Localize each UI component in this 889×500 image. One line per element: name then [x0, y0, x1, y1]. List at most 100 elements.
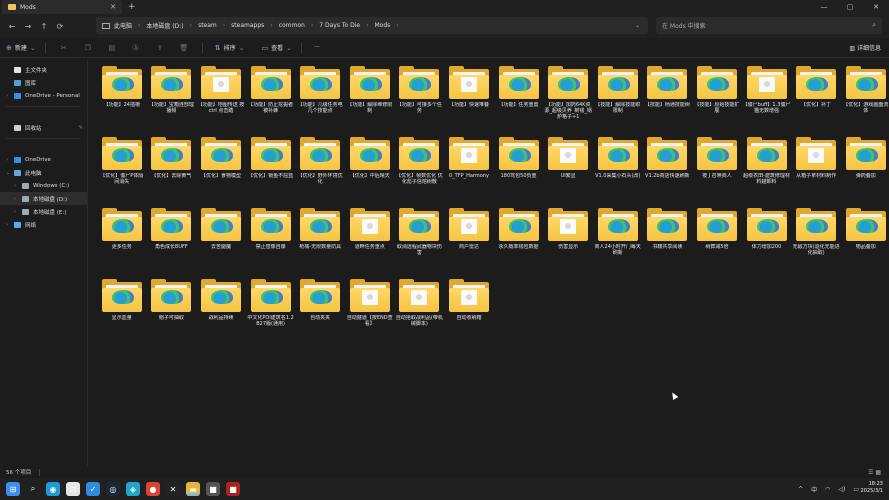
- folder-item[interactable]: 0_TFP_Harmony: [444, 137, 494, 209]
- folder-item[interactable]: 取消远程武器物块伤害: [395, 208, 445, 280]
- expand-chevron-icon[interactable]: ⌄: [6, 170, 14, 176]
- share-icon[interactable]: ⇪: [148, 44, 172, 52]
- folder-item[interactable]: 无敌方块(退化无能进化抽取): [791, 208, 841, 280]
- folder-item[interactable]: 180驾包50负重: [494, 137, 544, 209]
- breadcrumb-item[interactable]: common: [279, 22, 305, 29]
- taskbar-store-icon[interactable]: ⊙: [66, 482, 80, 496]
- folder-item[interactable]: 中文化POI建筑名1.2B27版(通用): [246, 279, 296, 351]
- folder-item[interactable]: 【优化】僵尸P体隔间消失: [97, 137, 147, 209]
- chevron-right-icon[interactable]: ›: [138, 22, 140, 29]
- folder-item[interactable]: 书籍共享阅读: [643, 208, 693, 280]
- folder-item[interactable]: 【优化】中后晴天: [345, 137, 395, 209]
- chevron-right-icon[interactable]: ›: [223, 22, 225, 29]
- folder-item[interactable]: 【功能】地图传送 按ctrl 点击踏: [196, 66, 246, 138]
- chevron-right-icon[interactable]: ›: [311, 22, 313, 29]
- folder-item[interactable]: 【功能】可接多个任务: [395, 66, 445, 138]
- folder-item[interactable]: 【优化】游戏画面流体: [841, 66, 889, 138]
- folder-item[interactable]: 帽子可抽取: [147, 279, 197, 351]
- close-window-button[interactable]: ✕: [863, 0, 889, 14]
- sidebar-item[interactable]: ⌄ 此电脑: [0, 166, 87, 179]
- breadcrumb-item[interactable]: Mods: [374, 22, 390, 29]
- cut-icon[interactable]: ✂: [52, 44, 76, 52]
- expand-chevron-icon[interactable]: ›: [14, 196, 22, 202]
- folder-item[interactable]: 【优化】去除黄气: [147, 137, 197, 209]
- chevron-right-icon[interactable]: ›: [270, 22, 272, 29]
- folder-item[interactable]: 【僵尸buff】1.3僵尸猫无数增强: [742, 66, 792, 138]
- folder-item[interactable]: 商人24小时开门每天刷新: [593, 208, 643, 280]
- minimize-button[interactable]: —: [811, 0, 837, 14]
- folder-item[interactable]: 【技能】解除技能职限制: [593, 66, 643, 138]
- folder-item[interactable]: 【功能】几级任务电几个技能点: [295, 66, 345, 138]
- breadcrumb-item[interactable]: 本地磁盘 (D:): [146, 21, 183, 30]
- folder-item[interactable]: 物品叠加: [841, 208, 889, 280]
- new-button[interactable]: ⊕ 新建 ⌄: [6, 43, 39, 53]
- search-icon[interactable]: ⌕: [872, 21, 876, 30]
- chevron-right-icon[interactable]: ›: [190, 22, 192, 29]
- folder-item[interactable]: 【优化】锁鱼不屈蓝: [246, 137, 296, 209]
- search-input[interactable]: 在 Mods 中搜索 ⌕: [656, 17, 882, 34]
- folder-item[interactable]: V1.2b商店快速刷新: [643, 137, 693, 209]
- paste-icon[interactable]: ▤: [100, 44, 124, 52]
- maximize-button[interactable]: ▢: [837, 0, 863, 14]
- folder-item[interactable]: 【优化】补丁: [791, 66, 841, 138]
- sort-button[interactable]: ⇅ 排序 ⌄: [215, 43, 248, 53]
- chevron-right-icon[interactable]: ›: [366, 22, 368, 29]
- sidebar-item[interactable]: 回收站 ✎: [0, 121, 87, 134]
- folder-item[interactable]: 自动收纳箱: [444, 279, 494, 351]
- sidebar-item[interactable]: › 本地磁盘 (E:): [0, 205, 87, 218]
- sidebar-item[interactable]: › 网络: [0, 218, 87, 231]
- close-tab-icon[interactable]: ✕: [110, 3, 116, 11]
- folder-item[interactable]: 【功能】24插槽: [97, 66, 147, 138]
- address-bar[interactable]: 此电脑 › 本地磁盘 (D:) › steam › steamapps › common › 7 D…: [96, 17, 648, 34]
- volume-icon[interactable]: ◁): [838, 486, 845, 493]
- folder-item[interactable]: 体力增加200: [742, 208, 792, 280]
- folder-item[interactable]: 枪械-无限数量防具: [295, 208, 345, 280]
- folder-item[interactable]: 【优化】帧数优化 优化彪子信熔树散: [395, 137, 445, 209]
- view-toggle-icons[interactable]: ☰ ▦: [868, 469, 881, 476]
- details-button[interactable]: ▥ 详细信息: [849, 43, 881, 52]
- wifi-icon[interactable]: ◠: [825, 486, 830, 493]
- copy-icon[interactable]: ❐: [76, 44, 100, 52]
- taskbar-app-steam-icon[interactable]: ◎: [106, 482, 120, 496]
- expand-chevron-icon[interactable]: ›: [6, 93, 14, 99]
- folder-item[interactable]: 【功能】解除维修限制: [345, 66, 395, 138]
- tray-chevron-icon[interactable]: ^: [798, 486, 803, 493]
- sidebar-item[interactable]: 图库: [0, 76, 87, 89]
- pin-icon[interactable]: ✎: [79, 125, 83, 131]
- breadcrumb-item[interactable]: 7 Days To Die: [319, 22, 360, 29]
- chevron-down-icon[interactable]: ⌄: [635, 22, 640, 29]
- forward-button[interactable]: →: [20, 22, 36, 31]
- folder-item[interactable]: 从箱子拿材料制作: [791, 137, 841, 209]
- expand-chevron-icon[interactable]: ›: [6, 222, 14, 228]
- folder-item[interactable]: 超级农田-建筑修理材料越卸料: [742, 137, 792, 209]
- ime-indicator[interactable]: 中: [811, 485, 817, 494]
- breadcrumb-item[interactable]: steamapps: [231, 22, 264, 29]
- sidebar-item[interactable]: › OneDrive: [0, 153, 87, 166]
- folder-item[interactable]: 商户雷达: [444, 208, 494, 280]
- expand-chevron-icon[interactable]: ›: [14, 183, 22, 189]
- back-button[interactable]: ←: [4, 22, 20, 31]
- chevron-right-icon[interactable]: ›: [396, 22, 398, 29]
- folder-item[interactable]: 树葬减5倍: [692, 208, 742, 280]
- taskbar-app-blue-icon[interactable]: ✓: [86, 482, 100, 496]
- folder-item[interactable]: 【功能】快速堆叠: [444, 66, 494, 138]
- folder-item[interactable]: 伤害显示: [543, 208, 593, 280]
- sidebar-item[interactable]: 主文件夹: [0, 63, 87, 76]
- battery-icon[interactable]: ▭: [853, 486, 859, 493]
- folder-item[interactable]: 【优化】野外环境优化: [295, 137, 345, 209]
- rename-icon[interactable]: Ⓐ: [124, 43, 148, 53]
- view-button[interactable]: ▭ 查看 ⌄: [262, 43, 296, 53]
- sidebar-item[interactable]: › Windows (C:): [0, 179, 87, 192]
- taskbar-start-icon[interactable]: ⊞: [6, 482, 20, 496]
- new-tab-button[interactable]: +: [128, 2, 136, 12]
- folder-item[interactable]: 战利品持续: [196, 279, 246, 351]
- folder-item[interactable]: 道畔任务重点: [345, 208, 395, 280]
- taskbar-app-chrome-icon[interactable]: ●: [146, 482, 160, 496]
- sidebar-item[interactable]: › 本地磁盘 (D:): [0, 192, 87, 205]
- folder-item[interactable]: 自动隧道【按END查看】: [345, 279, 395, 351]
- delete-icon[interactable]: 🗑: [172, 44, 196, 52]
- folder-item[interactable]: 禁止替像自爆: [246, 208, 296, 280]
- expand-chevron-icon[interactable]: ›: [14, 209, 22, 215]
- folder-item[interactable]: 去苦腿魔: [196, 208, 246, 280]
- taskbar-edge-icon[interactable]: ◉: [46, 482, 60, 496]
